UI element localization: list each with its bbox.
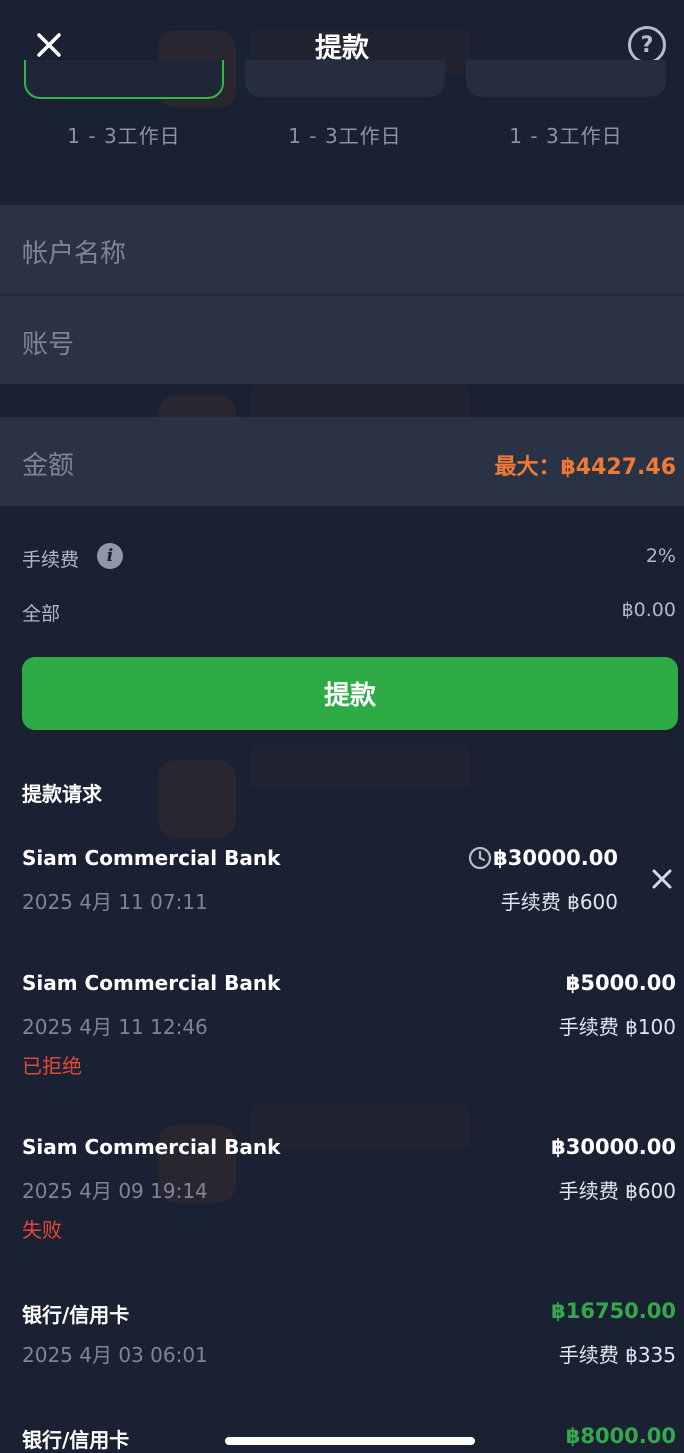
- fee-value: 2%: [645, 545, 676, 567]
- total-label: 全部: [22, 603, 61, 625]
- request-status: 已拒绝: [22, 1054, 82, 1078]
- account-name-placeholder: 帐户名称: [22, 239, 127, 269]
- request-date: 2025 4月 11 12:46: [22, 1015, 208, 1039]
- method-card: [466, 60, 666, 97]
- request-status: 失败: [22, 1218, 62, 1242]
- clock-icon: [468, 846, 492, 870]
- account-number-placeholder: 账号: [22, 330, 75, 360]
- request-amount: ฿16750.00: [551, 1299, 676, 1323]
- method-card-selected: [24, 60, 224, 99]
- request-bank: Siam Commercial Bank: [22, 1135, 281, 1159]
- cancel-request-icon[interactable]: [649, 866, 675, 892]
- info-icon[interactable]: i: [97, 543, 123, 569]
- method-option-2[interactable]: 1 - 3工作日: [245, 60, 445, 148]
- request-bank: Siam Commercial Bank: [22, 971, 281, 995]
- amount-placeholder: 金额: [22, 451, 75, 481]
- request-fee: 手续费 ฿100: [558, 1015, 676, 1039]
- request-amount: ฿30000.00: [493, 846, 618, 870]
- request-bank: Siam Commercial Bank: [22, 846, 281, 870]
- request-date: 2025 4月 11 07:11: [22, 890, 208, 914]
- help-button[interactable]: ?: [628, 26, 666, 64]
- request-amount: ฿5000.00: [565, 971, 676, 995]
- request-fee: 手续费 ฿335: [558, 1343, 676, 1367]
- withdraw-button[interactable]: 提款: [22, 657, 678, 730]
- method-label: 1 - 3工作日: [509, 124, 623, 148]
- method-card: [245, 60, 445, 97]
- request-amount: ฿8000.00: [565, 1424, 676, 1448]
- account-number-field[interactable]: 账号: [0, 296, 684, 384]
- request-fee: 手续费 ฿600: [558, 1179, 676, 1203]
- request-date: 2025 4月 03 06:01: [22, 1343, 208, 1367]
- request-bank: 银行/信用卡: [22, 1303, 130, 1327]
- account-name-field[interactable]: 帐户名称: [0, 205, 684, 294]
- amount-field[interactable]: 金额 最大：฿4427.46: [0, 417, 684, 506]
- watermark-logo: [158, 760, 236, 838]
- total-value: ฿0.00: [621, 599, 676, 621]
- requests-title: 提款请求: [22, 782, 102, 806]
- question-icon: ?: [640, 32, 654, 58]
- max-amount-button[interactable]: 最大：฿4427.46: [494, 449, 676, 481]
- home-indicator: [225, 1437, 475, 1445]
- method-label: 1 - 3工作日: [67, 124, 181, 148]
- fee-label: 手续费: [22, 549, 80, 571]
- watermark-text: [250, 1105, 470, 1149]
- withdraw-button-label: 提款: [323, 681, 376, 711]
- method-label: 1 - 3工作日: [288, 124, 402, 148]
- method-option-1[interactable]: 1 - 3工作日: [24, 60, 224, 148]
- withdraw-page: 提款 ? 1 - 3工作日 1 - 3工作日 1 - 3工作日 帐户名称 账号 …: [0, 0, 684, 1453]
- request-amount: ฿30000.00: [551, 1135, 676, 1159]
- method-option-3[interactable]: 1 - 3工作日: [466, 60, 666, 148]
- request-bank: 银行/信用卡: [22, 1428, 130, 1452]
- watermark-text: [250, 745, 470, 789]
- request-fee: 手续费 ฿600: [500, 890, 618, 914]
- request-date: 2025 4月 09 19:14: [22, 1179, 208, 1203]
